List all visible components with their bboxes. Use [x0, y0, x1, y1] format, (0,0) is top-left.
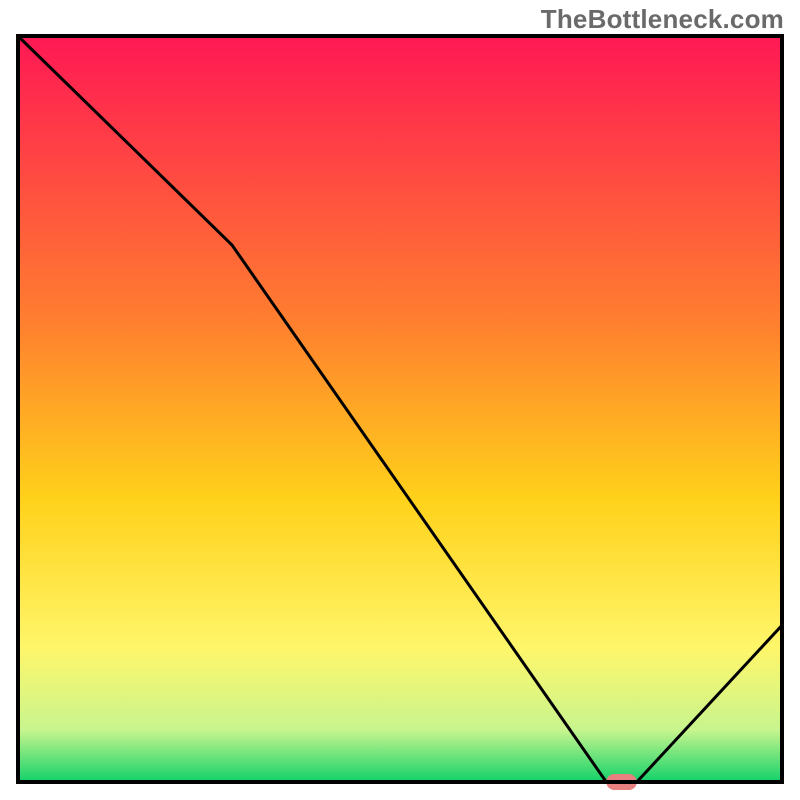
bottleneck-chart: TheBottleneck.com: [0, 0, 800, 800]
plot-area: [18, 36, 782, 790]
watermark-text: TheBottleneck.com: [541, 4, 784, 35]
chart-svg: [0, 0, 800, 800]
